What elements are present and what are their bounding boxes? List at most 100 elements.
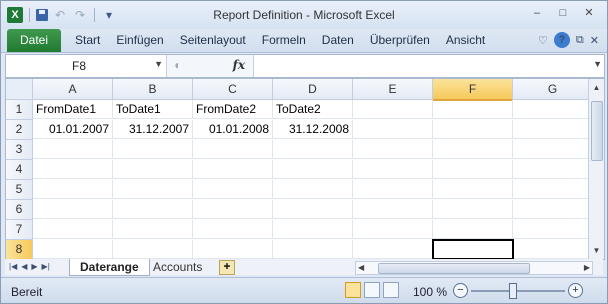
minimize-ribbon-icon[interactable]: ♡ (538, 34, 548, 47)
scroll-left-icon[interactable]: ◀ (358, 262, 364, 274)
grid-cell-bg (353, 120, 433, 139)
view-buttons (345, 282, 399, 298)
row-header-7[interactable]: 7 (6, 220, 33, 240)
status-bar: Bereit 100 % − + (1, 277, 607, 303)
grid-cell-bg (273, 240, 353, 259)
grid-cell-bg (113, 200, 193, 219)
column-header-e[interactable]: E (353, 79, 433, 100)
cell-b2[interactable]: 31.12.2007 (113, 120, 193, 139)
insert-sheet-icon[interactable]: ✚ (219, 260, 235, 275)
row-header-6[interactable]: 6 (6, 200, 33, 220)
grid-cell-bg (33, 240, 113, 259)
grid-cell-bg (513, 160, 593, 179)
zoom-slider-thumb[interactable] (509, 283, 517, 299)
row-header-3[interactable]: 3 (6, 140, 33, 160)
cell-d1[interactable]: ToDate2 (273, 100, 353, 119)
grid-cell-bg (113, 220, 193, 239)
zoom-out-icon[interactable]: − (453, 283, 468, 298)
cell-d2[interactable]: 31.12.2008 (273, 120, 353, 139)
zoom-in-icon[interactable]: + (568, 283, 583, 298)
grid-cell-bg (193, 140, 273, 159)
excel-window: X ↶ ↷ ▾ Report Definition - Microsoft Ex… (0, 0, 608, 304)
sheet-tab-accounts[interactable]: Accounts (143, 259, 212, 275)
formula-bar-handle-icon[interactable]: ◖ (173, 58, 180, 72)
grid-cell-bg (33, 220, 113, 239)
name-box[interactable]: F8 ▼ (6, 55, 167, 77)
grid-cell-bg (433, 180, 513, 199)
grid-cell-bg (33, 140, 113, 159)
grid-cell-bg (33, 200, 113, 219)
next-sheet-icon[interactable]: ▶ (31, 260, 37, 274)
restore-document-icon[interactable]: ⧉ (576, 34, 584, 47)
maximize-window-icon[interactable]: □ (551, 5, 575, 21)
cell-a2[interactable]: 01.01.2007 (33, 120, 113, 139)
row-header-8[interactable]: 8 (6, 240, 33, 259)
scroll-up-icon[interactable]: ▲ (589, 83, 604, 92)
cell-a1[interactable]: FromDate1 (33, 100, 113, 119)
tab-formulas[interactable]: Formeln (254, 29, 314, 52)
grid-cell-bg (513, 100, 593, 119)
close-window-icon[interactable]: ✕ (577, 5, 601, 21)
column-header-b[interactable]: B (113, 79, 193, 100)
close-document-icon[interactable]: ✕ (590, 34, 599, 47)
tab-insert[interactable]: Einfügen (108, 29, 171, 52)
grid-cell-bg (273, 200, 353, 219)
vertical-scrollbar[interactable]: ▲ ▼ (588, 79, 604, 259)
page-break-view-icon[interactable] (383, 282, 399, 298)
horizontal-scrollbar[interactable]: ◀ ▶ (355, 261, 593, 275)
grid-cell-bg (433, 100, 513, 119)
select-all-corner[interactable] (6, 79, 33, 100)
prev-sheet-icon[interactable]: ◀ (21, 260, 27, 274)
minimize-window-icon[interactable]: – (525, 5, 549, 21)
expand-formula-bar-icon[interactable]: ▼ (593, 59, 602, 69)
cell-c2[interactable]: 01.01.2008 (193, 120, 273, 139)
grid-cell-bg (353, 240, 433, 259)
grid-cell-bg (513, 200, 593, 219)
grid-cell-bg (513, 220, 593, 239)
normal-view-icon[interactable] (345, 282, 361, 298)
scroll-right-icon[interactable]: ▶ (584, 262, 590, 274)
tab-file[interactable]: Datei (7, 29, 61, 52)
vertical-scroll-thumb[interactable] (591, 101, 603, 161)
zoom-slider[interactable] (471, 290, 565, 292)
column-header-f[interactable]: F (433, 79, 513, 101)
grid-cell-bg (273, 160, 353, 179)
help-icon[interactable]: ? (553, 32, 570, 48)
grid-cell-bg (273, 140, 353, 159)
column-header-g[interactable]: G (513, 79, 593, 100)
scroll-down-icon[interactable]: ▼ (589, 246, 604, 255)
grid-cell-bg (433, 140, 513, 159)
column-header-c[interactable]: C (193, 79, 273, 100)
column-header-a[interactable]: A (33, 79, 113, 100)
row-header-1[interactable]: 1 (6, 100, 33, 120)
worksheet-grid[interactable]: A B C D E F G 1 2 3 4 5 6 7 8 FromDate1 … (5, 78, 605, 260)
last-sheet-icon[interactable]: ▶| (42, 260, 50, 274)
grid-cell-bg (33, 180, 113, 199)
horizontal-scroll-thumb[interactable] (378, 263, 530, 274)
page-layout-view-icon[interactable] (364, 282, 380, 298)
first-sheet-icon[interactable]: |◀ (9, 260, 17, 274)
zoom-level[interactable]: 100 % (413, 285, 447, 299)
grid-cell-bg (193, 220, 273, 239)
column-header-d[interactable]: D (273, 79, 353, 100)
ribbon-tabs: Start Einfügen Seitenlayout Formeln Date… (67, 29, 493, 52)
row-header-5[interactable]: 5 (6, 180, 33, 200)
row-header-4[interactable]: 4 (6, 160, 33, 180)
grid-cell-bg (193, 160, 273, 179)
tab-data[interactable]: Daten (314, 29, 362, 52)
sheet-tab-daterange[interactable]: Daterange (69, 259, 150, 276)
name-box-dropdown-icon[interactable]: ▼ (154, 59, 163, 69)
name-box-value: F8 (71, 59, 86, 73)
sheet-tab-bar: |◀ ◀ ▶ ▶| Daterange Accounts ✚ ◀ ▶ (5, 259, 603, 276)
cell-b1[interactable]: ToDate1 (113, 100, 193, 119)
tab-page-layout[interactable]: Seitenlayout (172, 29, 254, 52)
tab-review[interactable]: Überprüfen (362, 29, 438, 52)
grid-cell-bg (433, 200, 513, 219)
tab-start[interactable]: Start (67, 29, 108, 52)
tab-view[interactable]: Ansicht (438, 29, 493, 52)
insert-function-icon[interactable]: fx (233, 58, 245, 72)
grid-cell-bg (113, 240, 193, 259)
active-cell-f8[interactable] (432, 239, 514, 259)
row-header-2[interactable]: 2 (6, 120, 33, 140)
cell-c1[interactable]: FromDate2 (193, 100, 273, 119)
